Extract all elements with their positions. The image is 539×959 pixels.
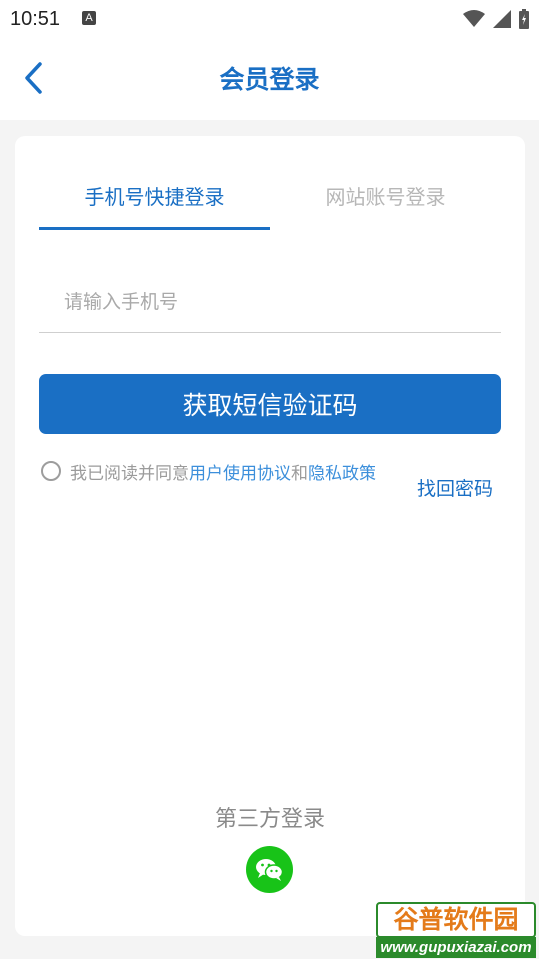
privacy-policy-link[interactable]: 隐私政策 [308, 464, 376, 484]
status-icons [463, 8, 529, 30]
agreement-checkbox[interactable] [41, 461, 61, 481]
user-agreement-link[interactable]: 用户使用协议 [189, 464, 291, 484]
login-card: 手机号快捷登录 网站账号登录 获取短信验证码 我已阅读并同意用户使用协议和隐私政… [15, 136, 525, 936]
signal-icon [493, 10, 511, 28]
watermark-brand: 谷普软件园 [376, 902, 536, 938]
page-title: 会员登录 [219, 65, 320, 94]
tab-account-login[interactable]: 网站账号登录 [270, 181, 501, 210]
third-party-login-title: 第三方登录 [214, 807, 325, 832]
phone-input[interactable] [39, 271, 501, 333]
agreement-text: 我已阅读并同意用户使用协议和隐私政策 [70, 460, 392, 488]
notification-a-icon: A [82, 11, 96, 25]
watermark-url: www.gupuxiazai.com [376, 937, 536, 958]
tab-phone-login[interactable]: 手机号快捷登录 [39, 181, 270, 210]
header-bar: 会员登录 [0, 38, 539, 120]
wechat-icon [256, 859, 284, 881]
status-bar: 10:51 A [0, 0, 539, 38]
find-password-link[interactable]: 找回密码 [417, 474, 493, 501]
wechat-login-button[interactable] [246, 846, 293, 893]
agreement-and: 和 [291, 464, 308, 484]
site-watermark: 谷普软件园 www.gupuxiazai.com [376, 902, 536, 958]
active-tab-indicator [39, 227, 270, 230]
status-time: 10:51 [10, 8, 61, 30]
wifi-icon [463, 10, 485, 27]
battery-icon [519, 9, 529, 29]
get-sms-code-button[interactable]: 获取短信验证码 [39, 374, 501, 434]
agreement-prefix: 我已阅读并同意 [70, 464, 189, 484]
